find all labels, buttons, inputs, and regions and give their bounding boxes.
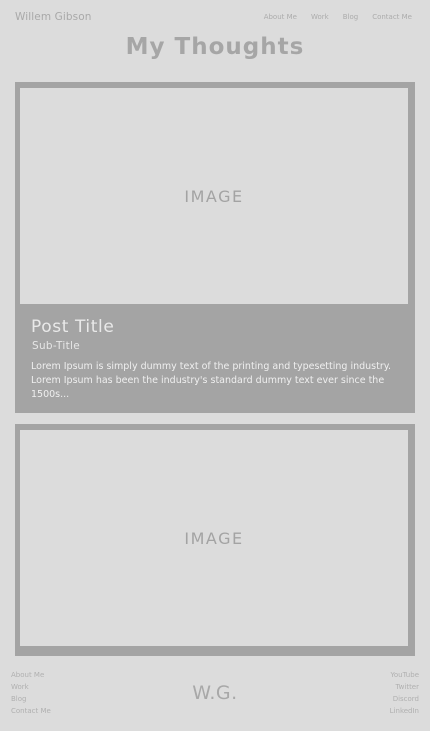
nav-link-contact-me[interactable]: Contact Me [372,13,412,21]
nav-link-about-me[interactable]: About Me [264,13,297,21]
nav-link-blog[interactable]: Blog [343,13,358,21]
site-name[interactable]: Willem Gibson [15,11,92,23]
social-link-youtube[interactable]: YouTube [391,670,419,680]
top-nav: About Me Work Blog Contact Me [264,13,412,21]
post-title[interactable]: Post Title [31,317,114,337]
social-link-discord[interactable]: Discord [393,694,419,704]
social-link-linkedin[interactable]: LinkedIn [390,706,419,716]
social-link-twitter[interactable]: Twitter [396,682,419,692]
footer-link-contact-me[interactable]: Contact Me [11,706,51,716]
blog-page: Willem Gibson About Me Work Blog Contact… [0,0,430,731]
post-excerpt: Lorem Ipsum is simply dummy text of the … [31,361,392,400]
post-image-placeholder: IMAGE [20,88,408,304]
image-placeholder-label: IMAGE [184,186,244,206]
post-image-placeholder: IMAGE [20,430,408,646]
footer-link-about-me[interactable]: About Me [11,670,51,680]
post-subtitle: Sub-Title [32,340,81,352]
image-placeholder-label: IMAGE [184,528,244,548]
footer-social-links: YouTube Twitter Discord LinkedIn [390,670,419,716]
post-card[interactable]: IMAGE Post Title Sub-Title Lorem Ipsum i… [15,82,415,413]
footer-logo[interactable]: W.G. [0,682,430,704]
post-card[interactable]: IMAGE [15,424,415,656]
page-title: My Thoughts [125,34,305,60]
nav-link-work[interactable]: Work [311,13,329,21]
